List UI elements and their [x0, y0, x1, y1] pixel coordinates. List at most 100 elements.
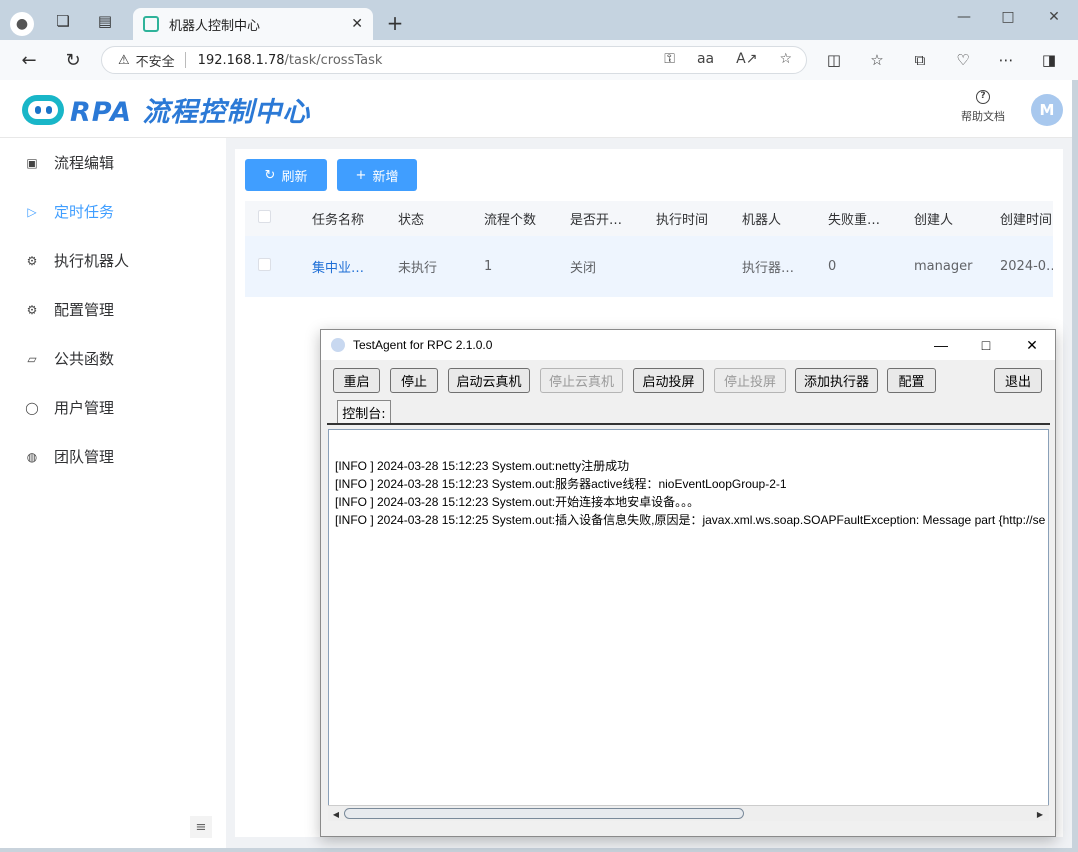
column-header[interactable]: 机器人	[732, 209, 818, 228]
horizontal-scrollbar[interactable]: ◀ ▶	[328, 805, 1049, 821]
browser-tab[interactable]: 机器人控制中心 ✕	[133, 8, 373, 40]
agent-app-icon	[331, 338, 345, 352]
start-cloud-device-button[interactable]: 启动云真机	[448, 368, 530, 393]
back-icon[interactable]: ←	[16, 48, 42, 72]
minimize-icon[interactable]: —	[944, 6, 984, 28]
plus-icon: +	[355, 167, 367, 183]
collapse-menu-icon[interactable]: ≡	[190, 816, 212, 838]
sidebar-item-robots[interactable]: ⚙ 执行机器人	[0, 236, 226, 285]
window-titlebar[interactable]: TestAgent for RPC 2.1.0.0 — □ ✕	[321, 330, 1055, 360]
column-header[interactable]: 创建时间	[990, 209, 1053, 228]
stop-cast-button[interactable]: 停止投屏	[714, 368, 786, 393]
sidebar-item-functions[interactable]: ▱ 公共函数	[0, 334, 226, 383]
add-label: 新增	[372, 169, 399, 185]
monitor-icon: ▣	[26, 155, 38, 170]
robot-icon: ⚙	[26, 253, 38, 268]
user-icon: ◯	[25, 400, 39, 415]
refresh-icon: ↻	[264, 167, 276, 183]
column-header[interactable]: 执行时间	[646, 209, 732, 228]
split-screen-icon[interactable]: ◫	[824, 50, 844, 70]
add-executor-button[interactable]: 添加执行器	[795, 368, 878, 393]
column-header[interactable]: 创建人	[904, 209, 990, 228]
stop-cloud-device-button[interactable]: 停止云真机	[540, 368, 623, 393]
select-all-checkbox[interactable]	[245, 210, 302, 227]
tab-console[interactable]: 控制台:	[337, 400, 391, 423]
column-header[interactable]: 状态	[388, 209, 474, 228]
scroll-left-icon[interactable]: ◀	[329, 807, 343, 821]
url-host: 192.168.1.78	[197, 52, 285, 68]
scroll-right-icon[interactable]: ▶	[1033, 807, 1047, 821]
collections-icon[interactable]: ⧉	[910, 50, 930, 70]
stop-button[interactable]: 停止	[390, 368, 438, 393]
url-field[interactable]: ⚠ 不安全 192.168.1.78 /task/crossTask ⚿ aа …	[101, 46, 807, 74]
console-output[interactable]: [INFO ] 2024-03-28 15:12:23 System.out:n…	[328, 429, 1049, 821]
table-cell: 未执行	[398, 261, 438, 276]
avatar[interactable]: M	[1031, 94, 1063, 126]
play-icon: ▷	[27, 204, 37, 219]
start-cast-button[interactable]: 启动投屏	[633, 368, 704, 393]
sidebar-toggle-icon[interactable]: ◨	[1039, 50, 1059, 70]
column-header[interactable]: 失败重…	[818, 209, 904, 228]
scroll-thumb[interactable]	[344, 808, 744, 819]
profile-icon[interactable]: ●	[10, 12, 34, 36]
workspaces-icon[interactable]: ❏	[52, 10, 74, 32]
sidebar: ▣ 流程编辑 ▷ 定时任务 ⚙ 执行机器人 ⚙ 配置管理 ▱ 公共函数 ◯ 用户…	[0, 138, 226, 848]
tab-actions-icon[interactable]: ▤	[94, 10, 116, 32]
logo[interactable]: RPA 流程控制中心	[22, 90, 310, 129]
console-line: [INFO ] 2024-03-28 15:12:25 System.out:插…	[335, 513, 1046, 527]
reload-icon[interactable]: ↻	[60, 48, 86, 72]
column-header[interactable]: 是否开…	[560, 209, 646, 228]
sidebar-item-label: 定时任务	[54, 203, 115, 221]
tab-close-icon[interactable]: ✕	[351, 16, 363, 32]
testagent-window: TestAgent for RPC 2.1.0.0 — □ ✕ 重启 停止 启动…	[320, 329, 1056, 837]
console-line: [INFO ] 2024-03-28 15:12:23 System.out:n…	[335, 459, 630, 473]
table-cell: 执行器…	[742, 261, 795, 276]
restart-button[interactable]: 重启	[333, 368, 380, 393]
gear-icon: ⚙	[26, 302, 38, 317]
table-header: 任务名称 状态 流程个数 是否开… 执行时间 机器人 失败重… 创建人 创建时间	[245, 201, 1053, 236]
status-bar	[327, 825, 1049, 833]
key-icon[interactable]: ⚿	[664, 51, 675, 67]
sidebar-item-config[interactable]: ⚙ 配置管理	[0, 285, 226, 334]
help-docs-link[interactable]: ? 帮助文档	[952, 90, 1014, 124]
sidebar-item-flow-edit[interactable]: ▣ 流程编辑	[0, 138, 226, 187]
sidebar-item-users[interactable]: ◯ 用户管理	[0, 383, 226, 432]
performance-icon[interactable]: ♡	[953, 50, 973, 70]
sidebar-item-label: 流程编辑	[54, 154, 115, 172]
more-icon[interactable]: ⋯	[996, 50, 1016, 70]
window-maximize-icon[interactable]: □	[974, 334, 998, 356]
console-line: [INFO ] 2024-03-28 15:12:23 System.out:开…	[335, 495, 700, 509]
divider	[184, 52, 186, 68]
window-minimize-icon[interactable]: —	[929, 334, 953, 356]
close-window-icon[interactable]: ✕	[1034, 6, 1074, 28]
config-button[interactable]: 配置	[887, 368, 936, 393]
table-cell: 关闭	[570, 261, 597, 276]
table-row[interactable]: 集中业… 未执行 1 关闭 执行器… 0 manager 2024-0…	[245, 236, 1053, 297]
translate-icon[interactable]: aа	[697, 51, 714, 67]
column-header[interactable]: 流程个数	[474, 209, 560, 228]
help-icon: ?	[976, 90, 990, 104]
favorites-icon[interactable]: ☆	[867, 50, 887, 70]
add-button[interactable]: + 新增	[337, 159, 417, 191]
new-tab-icon[interactable]: +	[384, 11, 406, 35]
row-checkbox[interactable]	[245, 258, 302, 275]
sidebar-item-scheduled-tasks[interactable]: ▷ 定时任务	[0, 187, 226, 236]
table-cell: 2024-0…	[1000, 259, 1053, 274]
column-header[interactable]: 任务名称	[302, 209, 388, 228]
browser-tabbar: ● ❏ ▤ 机器人控制中心 ✕ + — □ ✕	[0, 0, 1078, 40]
sidebar-item-label: 配置管理	[54, 301, 115, 319]
maximize-icon[interactable]: □	[988, 6, 1028, 28]
read-aloud-icon[interactable]: A↗	[736, 51, 757, 67]
sidebar-item-teams[interactable]: ◍ 团队管理	[0, 432, 226, 481]
task-name-link[interactable]: 集中业…	[302, 257, 388, 276]
warning-icon: ⚠	[118, 52, 130, 68]
favorite-star-icon[interactable]: ☆	[779, 51, 792, 67]
browser-addressbar: ← ↻ ⚠ 不安全 192.168.1.78 /task/crossTask ⚿…	[0, 40, 1078, 80]
refresh-button[interactable]: ↻ 刷新	[245, 159, 327, 191]
tab-favicon-icon	[143, 16, 159, 32]
exit-button[interactable]: 退出	[994, 368, 1042, 393]
window-close-icon[interactable]: ✕	[1020, 334, 1044, 356]
sidebar-item-label: 用户管理	[54, 399, 115, 417]
tab-title: 机器人控制中心	[169, 18, 261, 34]
function-icon: ▱	[27, 351, 37, 366]
